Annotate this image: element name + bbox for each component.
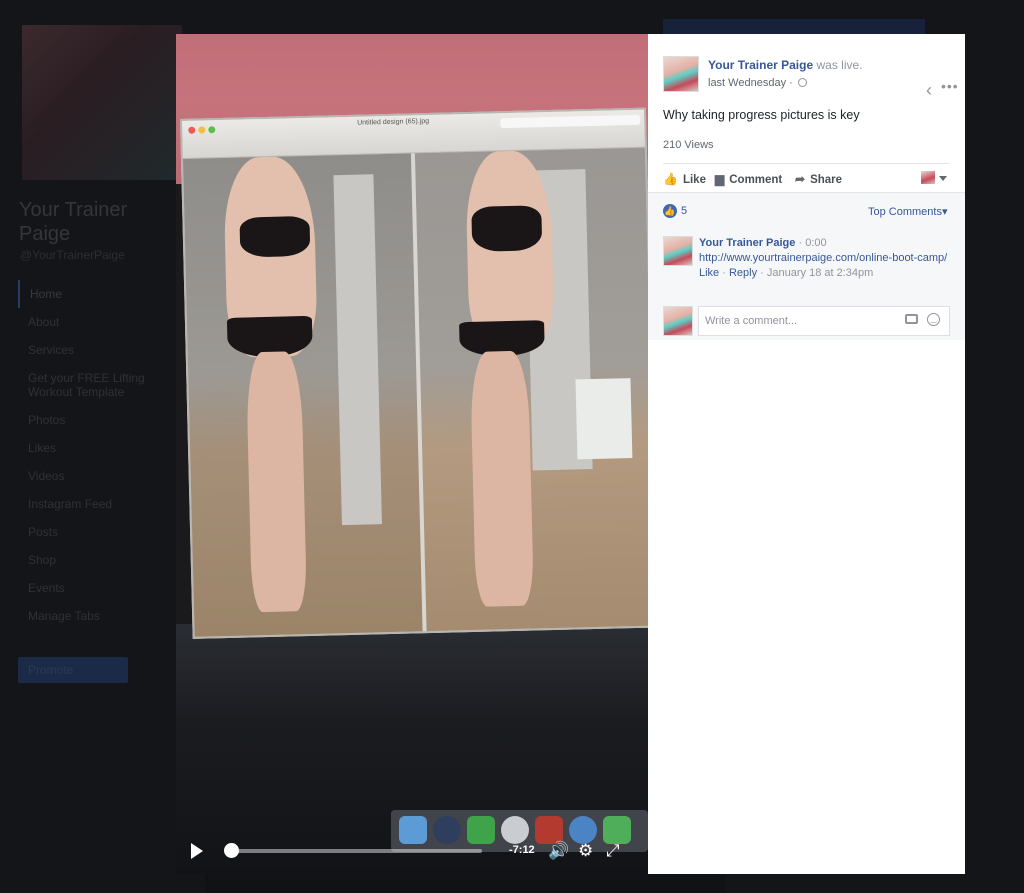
speech-bubble-icon: ▆ (715, 172, 725, 186)
post-timestamp[interactable]: last Wednesday (708, 77, 786, 89)
comment-actions: Like · Reply · January 18 at 2:34pm (699, 266, 949, 281)
post-action-bar: 👍 Like ▆ Comment ➦ Share (663, 163, 950, 191)
separator-dot: · (760, 267, 767, 279)
nav-item-free-template: Get your FREE Lifting Workout Template (28, 371, 145, 399)
video-controls: -7:12 🔊 ⚙ ⤢ (176, 830, 648, 874)
photo-bikini-top (239, 215, 311, 258)
comment-sort-label: Top Comments (868, 206, 942, 218)
globe-icon (797, 78, 807, 87)
page-handle: @YourTrainerPaige (20, 248, 125, 262)
nav-item-about: About (28, 315, 60, 329)
nav-item-manage-tabs: Manage Tabs (28, 609, 100, 623)
comment-author[interactable]: Your Trainer Paige (699, 237, 795, 249)
comment-date[interactable]: January 18 at 2:34pm (767, 267, 873, 279)
comment-time-marker[interactable]: 0:00 (805, 237, 826, 249)
nav-item-photos: Photos (28, 413, 66, 427)
separator-dot: · (722, 267, 729, 279)
thumbs-up-icon: 👍 (663, 172, 678, 186)
nav-item-posts: Posts (28, 525, 59, 539)
nav-item-home: Home (18, 280, 178, 308)
video-frame-monitor: Untitled design (65).jpg (180, 107, 648, 639)
close-dot-icon (188, 126, 196, 134)
fullscreen-icon[interactable]: ⤢ (606, 841, 620, 861)
promote-button: Promote (18, 657, 128, 683)
comment-sort-dropdown[interactable]: Top Comments▾ (868, 205, 948, 218)
nav-item-likes: Likes (28, 441, 57, 455)
post-status: was live. (816, 58, 863, 72)
nav-item-shop: Shop (28, 553, 57, 567)
settings-gear-icon[interactable]: ⚙ (578, 841, 593, 861)
reaction-count: 5 (681, 205, 688, 217)
post-author-name[interactable]: Your Trainer Paige (708, 58, 813, 72)
volume-icon[interactable]: 🔊 (548, 841, 569, 861)
comment-composer: Write a comment... ‿ (663, 306, 953, 336)
separator-dot: · (789, 77, 796, 89)
photo-door (333, 174, 382, 526)
like-reaction-icon: 👍 (663, 204, 677, 218)
time-remaining: -7:12 (509, 844, 535, 856)
page-cover-photo (22, 25, 182, 180)
comment-button[interactable]: ▆ Comment (715, 172, 782, 186)
page-nav: Home About Services Get your FREE Liftin… (18, 280, 178, 630)
photo-bikini-top (471, 205, 543, 252)
video-scrubber[interactable] (226, 849, 482, 853)
share-as-avatar[interactable] (921, 171, 935, 184)
post-author-line: Your Trainer Paige was live. (708, 58, 863, 72)
share-button[interactable]: ➦ Share (795, 172, 842, 186)
zoom-dot-icon (208, 126, 216, 134)
photo-shopping-bag (575, 378, 633, 460)
share-arrow-icon: ➦ (795, 172, 806, 186)
video-player[interactable]: Untitled design (65).jpg (176, 34, 648, 874)
reaction-summary[interactable]: 👍 5 (663, 204, 687, 218)
more-options-icon[interactable]: ••• (941, 78, 959, 94)
photo-legs (469, 350, 534, 607)
share-label: Share (810, 174, 843, 186)
like-button[interactable]: 👍 Like (663, 172, 706, 186)
caret-down-icon: ▾ (941, 206, 948, 218)
commenter-avatar[interactable] (663, 236, 693, 266)
nav-item-events: Events (28, 581, 65, 595)
monitor-search-field (500, 114, 641, 129)
comment-body: Your Trainer Paige · 0:00 http://www.you… (699, 236, 949, 281)
chevron-left-icon[interactable]: ‹ (926, 80, 932, 101)
background-bar (663, 19, 925, 35)
play-icon[interactable] (191, 843, 203, 859)
comment-like-link[interactable]: Like (699, 267, 719, 279)
post-timestamp-line: last Wednesday · (708, 77, 807, 89)
post-header: Your Trainer Paige was live. last Wednes… (663, 56, 958, 100)
comments-section: 👍 5 Top Comments▾ Your Trainer Paige · 0:… (648, 192, 965, 340)
progress-photo-before (182, 153, 423, 637)
comment-reply-link[interactable]: Reply (729, 267, 757, 279)
composer-avatar (663, 306, 693, 336)
background-footer (205, 873, 725, 893)
comment-link[interactable]: http://www.yourtrainerpaige.com/online-b… (699, 251, 949, 266)
comment-label: Comment (729, 174, 783, 186)
photo-legs (245, 351, 308, 613)
caret-down-icon[interactable] (939, 176, 947, 181)
view-count: 210 Views (663, 139, 714, 151)
page-title: Your Trainer Paige (19, 199, 128, 245)
nav-item-videos: Videos (28, 469, 65, 483)
like-label: Like (682, 174, 706, 186)
monitor-window-title: Untitled design (65).jpg (357, 117, 430, 127)
minimize-dot-icon (198, 126, 206, 134)
page-avatar[interactable] (663, 56, 699, 92)
post-text: Why taking progress pictures is key (663, 108, 860, 122)
emoji-icon[interactable]: ‿ (927, 313, 940, 326)
camera-icon[interactable] (905, 314, 918, 324)
nav-item-instagram: Instagram Feed (28, 497, 113, 511)
scrubber-thumb[interactable] (224, 843, 240, 858)
post-panel: Your Trainer Paige was live. last Wednes… (648, 34, 965, 874)
progress-photo-after (414, 147, 648, 632)
nav-item-services: Services (28, 343, 75, 357)
